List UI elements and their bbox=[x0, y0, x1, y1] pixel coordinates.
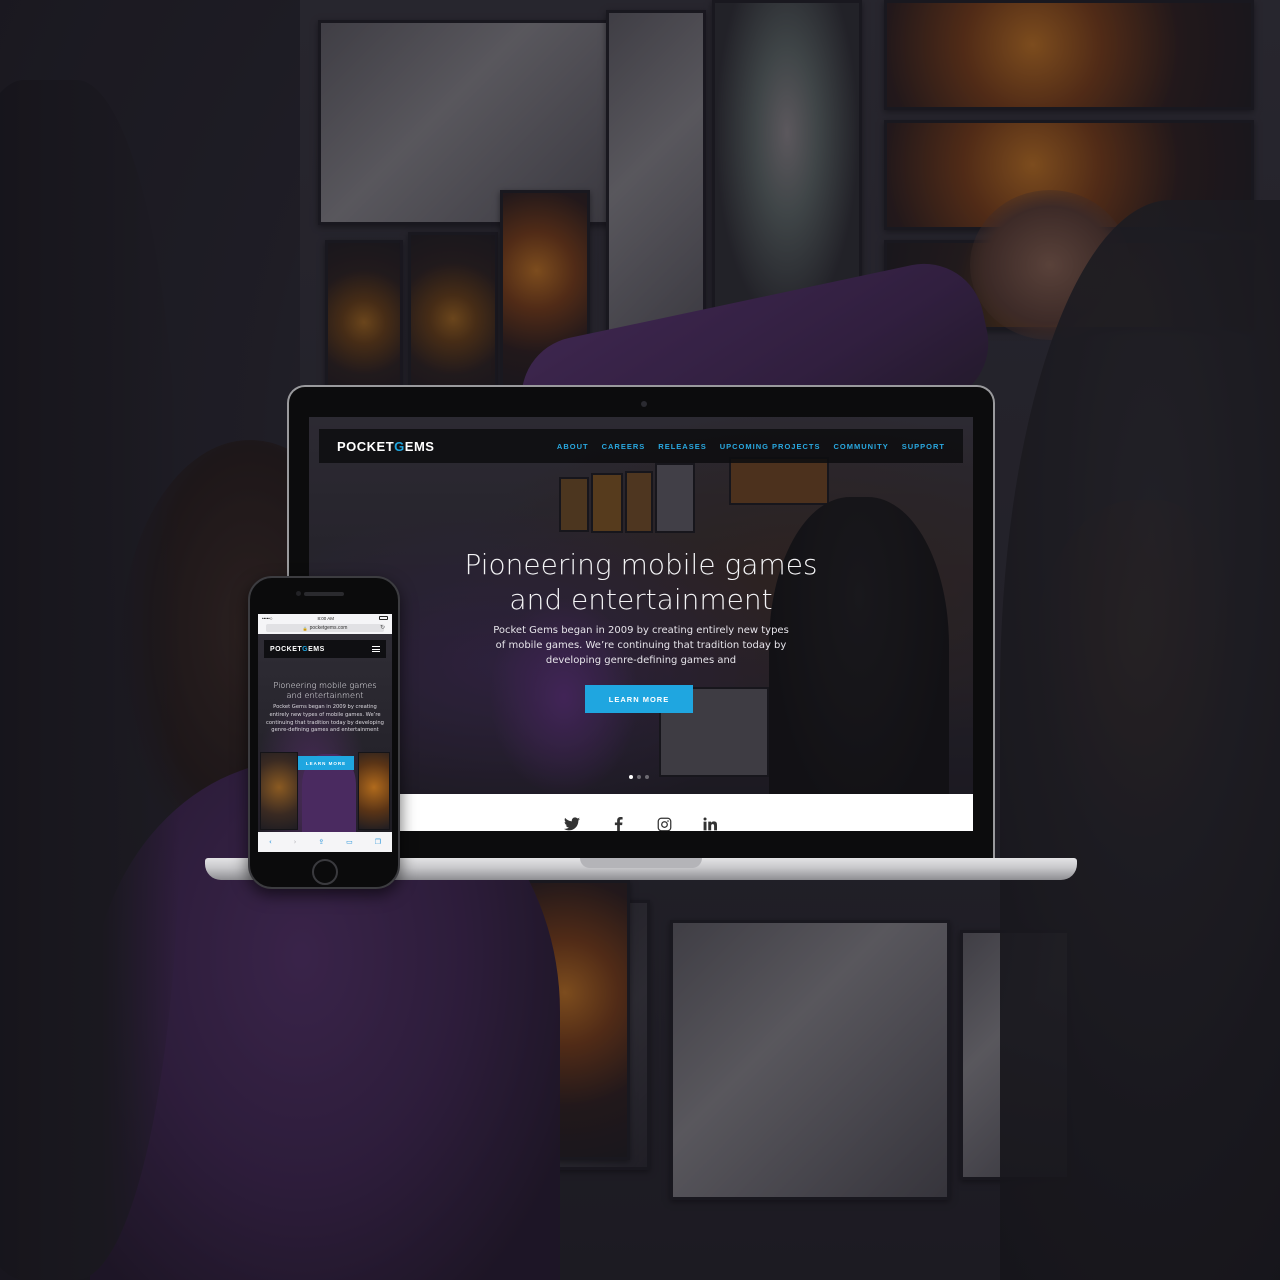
battery-icon bbox=[379, 616, 388, 620]
mobile-learn-more-button[interactable]: LEARN MORE bbox=[298, 756, 354, 770]
bookmarks-icon[interactable]: ▭ bbox=[346, 838, 353, 846]
reload-icon[interactable]: ↻ bbox=[380, 624, 385, 631]
phone-screen: •••••○ 8:00 AM 🔒 pocketgems.com ↻ POCKET… bbox=[258, 614, 392, 852]
nav-link-releases[interactable]: RELEASES bbox=[658, 442, 706, 451]
url-bar: 🔒 pocketgems.com ↻ bbox=[258, 622, 392, 634]
mobile-hero: POCKETGEMS Pioneering mobile games and e… bbox=[258, 634, 392, 832]
share-icon[interactable]: ⇪ bbox=[318, 838, 324, 846]
phone-camera bbox=[296, 591, 301, 596]
mobile-hero-artwork bbox=[260, 752, 298, 830]
hero-headline: Pioneering mobile games and entertainmen… bbox=[309, 547, 973, 617]
nav-link-careers[interactable]: CAREERS bbox=[602, 442, 646, 451]
status-carrier: •••••○ bbox=[262, 615, 273, 621]
mobile-pocketgems-logo[interactable]: POCKETGEMS bbox=[270, 646, 325, 653]
laptop-screen: POCKETGEMS ABOUT CAREERS RELEASES UPCOMI… bbox=[309, 417, 973, 831]
mobile-hero-artwork bbox=[358, 752, 390, 830]
hero-headline-line2: and entertainment bbox=[509, 583, 773, 616]
logo-text-pocket: POCKET bbox=[270, 645, 303, 653]
status-bar: •••••○ 8:00 AM bbox=[258, 614, 392, 622]
carousel-dot[interactable] bbox=[629, 775, 633, 779]
logo-text-pocket: POCKET bbox=[337, 438, 395, 454]
lock-icon: 🔒 bbox=[302, 625, 308, 631]
logo-text-ems: EMS bbox=[308, 645, 325, 653]
mobile-headline-line2: and entertainment bbox=[286, 689, 364, 700]
hero-headline-line1: Pioneering mobile games bbox=[464, 548, 818, 581]
tabs-icon[interactable]: ❐ bbox=[375, 838, 381, 846]
instagram-icon[interactable] bbox=[656, 816, 672, 831]
mobile-top-nav: POCKETGEMS bbox=[264, 640, 386, 658]
facebook-icon[interactable] bbox=[610, 816, 626, 831]
logo-text-ems: EMS bbox=[404, 438, 435, 454]
logo-text-accent: G bbox=[394, 438, 405, 454]
status-time: 8:00 AM bbox=[317, 615, 335, 621]
url-text: pocketgems.com bbox=[309, 625, 348, 631]
nav-link-about[interactable]: ABOUT bbox=[557, 442, 589, 451]
carousel-dots bbox=[629, 775, 649, 779]
mobile-hero-subcopy: Pocket Gems began in 2009 by creating en… bbox=[266, 704, 384, 734]
linkedin-icon[interactable] bbox=[702, 816, 718, 831]
webcam bbox=[641, 401, 647, 407]
forward-icon[interactable]: › bbox=[294, 838, 297, 846]
laptop-notch bbox=[580, 858, 702, 868]
home-button[interactable] bbox=[312, 859, 338, 885]
top-nav: POCKETGEMS ABOUT CAREERS RELEASES UPCOMI… bbox=[319, 429, 963, 463]
hero-subcopy: Pocket Gems began in 2009 by creating en… bbox=[493, 625, 789, 666]
url-field[interactable]: 🔒 pocketgems.com bbox=[266, 624, 384, 632]
social-bar bbox=[309, 794, 973, 831]
mobile-hero-headline: Pioneering mobile games and entertainmen… bbox=[258, 680, 392, 700]
nav-link-community[interactable]: COMMUNITY bbox=[833, 442, 888, 451]
phone-mockup: •••••○ 8:00 AM 🔒 pocketgems.com ↻ POCKET… bbox=[248, 576, 400, 889]
nav-links: ABOUT CAREERS RELEASES UPCOMING PROJECTS… bbox=[557, 442, 945, 451]
hamburger-menu-icon[interactable] bbox=[372, 646, 380, 652]
twitter-icon[interactable] bbox=[564, 816, 580, 831]
back-icon[interactable]: ‹ bbox=[269, 838, 272, 846]
nav-link-upcoming-projects[interactable]: UPCOMING PROJECTS bbox=[720, 442, 821, 451]
phone-speaker bbox=[304, 592, 344, 596]
learn-more-button[interactable]: LEARN MORE bbox=[585, 685, 693, 713]
carousel-dot[interactable] bbox=[645, 775, 649, 779]
safari-toolbar: ‹ › ⇪ ▭ ❐ bbox=[258, 832, 392, 852]
pocketgems-logo[interactable]: POCKETGEMS bbox=[337, 439, 434, 454]
nav-link-support[interactable]: SUPPORT bbox=[902, 442, 945, 451]
carousel-dot[interactable] bbox=[637, 775, 641, 779]
